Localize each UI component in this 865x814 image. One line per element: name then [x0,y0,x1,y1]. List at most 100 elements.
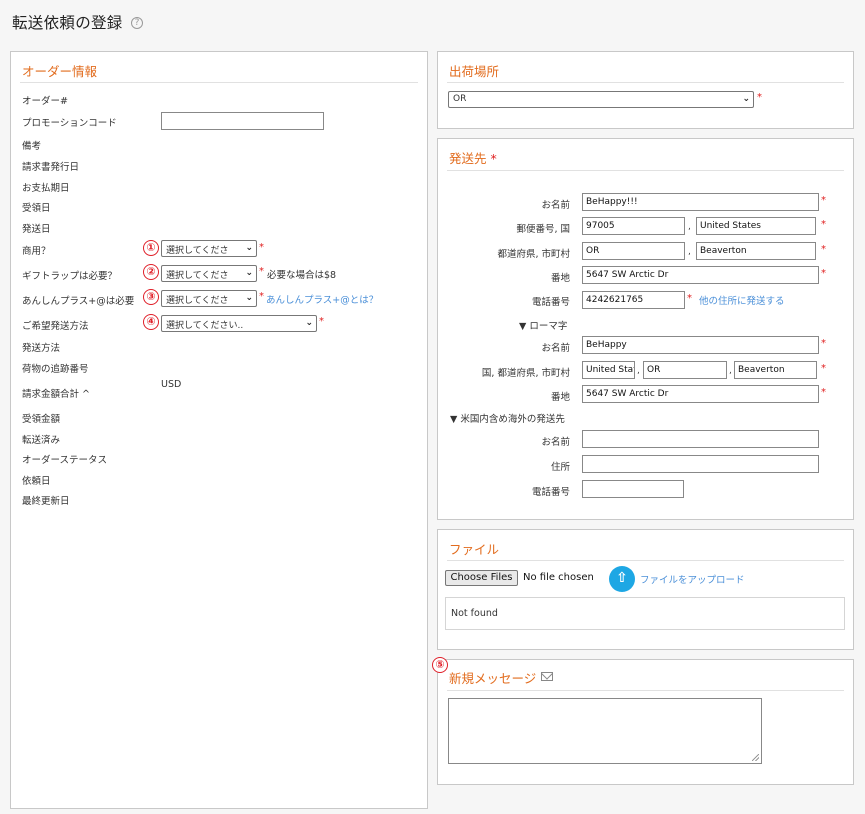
anshin-plus-label: あんしんプラス+@は必要 [22,296,135,307]
required-mark: * [821,244,826,255]
required-mark: * [259,242,264,253]
required-mark: * [757,92,762,103]
ship-from-panel [437,51,854,129]
required-mark: * [821,338,826,349]
phone-input[interactable]: 4242621765 [582,291,685,309]
order-status-label: オーダーステータス [22,455,108,466]
tracking-number-label: 荷物の追跡番号 [22,364,89,375]
commercial-select[interactable]: 選択してくださ ⌄ [161,240,257,257]
overseas-address-input[interactable] [582,455,819,473]
marker-5: ⑤ [432,657,448,673]
currency-label: USD [161,379,182,390]
files-divider [447,560,844,561]
promo-code-input[interactable] [161,112,324,130]
anshin-plus-select[interactable]: 選択してくださ ⌄ [161,290,257,307]
city-input[interactable]: Beaverton [696,242,816,260]
required-mark: * [821,195,826,206]
preferred-method-select[interactable]: 選択してください.. ⌄ [161,315,317,332]
marker-4: ④ [143,314,159,330]
marker-1: ① [143,240,159,256]
state-input[interactable]: OR [582,242,685,260]
chevron-down-icon: ⌄ [305,318,313,328]
address-input[interactable]: 5647 SW Arctic Dr [582,266,819,284]
promo-code-label: プロモーションコード [22,118,117,129]
romaji-toggle[interactable]: ▼ ローマ字 [519,318,567,332]
required-mark: * [821,268,826,279]
gift-wrap-note: 必要な場合は$8 [267,270,337,281]
commercial-select-value: 選択してくださ [166,246,229,256]
chevron-down-icon: ⌄ [742,94,750,104]
payment-date-label: お支払期日 [22,183,70,194]
zip-input[interactable]: 97005 [582,217,685,235]
upload-icon[interactable]: ⇧ [609,566,635,592]
overseas-toggle[interactable]: ▼ 米国内含め海外の発送先 [450,411,565,425]
ship-to-divider [447,170,844,171]
marker-3: ③ [143,289,159,305]
romaji-state-input[interactable]: OR [643,361,727,379]
gift-wrap-select[interactable]: 選択してくださ ⌄ [161,265,257,282]
help-icon[interactable]: ? [131,17,143,29]
remarks-label: 備考 [22,141,42,152]
comma-separator: , [688,247,691,257]
chevron-down-icon: ⌄ [245,293,253,303]
overseas-name-input[interactable] [582,430,819,448]
overseas-phone-input[interactable] [582,480,684,498]
preferred-method-label: ご希望発送方法 [22,321,89,332]
ship-to-title: 発送先 * [449,148,497,167]
romaji-country-state-city-label: 国, 都道府県, 市町村 [481,368,570,379]
overseas-phone-label: 電話番号 [531,487,570,498]
required-mark: * [259,291,264,302]
comma-separator: , [688,222,691,232]
romaji-city-input[interactable]: Beaverton [734,361,817,379]
name-input[interactable]: BeHappy!!! [582,193,819,211]
message-textarea[interactable] [448,698,762,764]
zip-country-label: 郵便番号, 国 [516,224,570,235]
romaji-name-label: お名前 [541,343,570,354]
comma-separator: , [729,366,732,376]
anshin-plus-info-link[interactable]: あんしんプラス+@とは？ [266,292,378,306]
required-mark: * [319,316,324,327]
invoice-date-label: 請求書発行日 [22,162,80,173]
choose-files-button[interactable]: Choose Files [445,570,518,586]
files-list: Not found [445,597,845,630]
no-file-chosen-text: No file chosen [523,572,594,583]
ship-from-select[interactable]: OR ⌄ [448,91,754,108]
ship-method-label: 発送方法 [22,343,61,354]
country-input[interactable]: United States [696,217,816,235]
name-label: お名前 [541,200,570,211]
ship-from-title: 出荷場所 [449,64,500,79]
ship-date-label: 発送日 [22,224,51,235]
last-updated-label: 最終更新日 [22,496,70,507]
chevron-down-icon: ⌄ [245,268,253,278]
order-info-title: オーダー情報 [22,64,98,79]
forwarded-label: 転送済み [22,435,61,446]
anshin-plus-select-value: 選択してくださ [166,296,229,306]
overseas-name-label: お名前 [541,437,570,448]
preferred-method-select-value: 選択してください.. [166,321,244,331]
romaji-address-input[interactable]: 5647 SW Arctic Dr [582,385,819,403]
required-mark: * [821,363,826,374]
resize-grip-icon[interactable] [752,754,759,761]
phone-label: 電話番号 [531,297,570,308]
request-date-label: 依頼日 [22,476,51,487]
ship-from-divider [447,82,844,83]
chevron-down-icon: ⌄ [245,243,253,253]
order-number-label: オーダー# [22,96,68,107]
other-address-link[interactable]: 他の住所に発送する [699,293,785,307]
received-amount-label: 受領金額 [22,414,61,425]
ship-from-select-value: OR [453,94,467,104]
mail-icon[interactable] [541,672,553,681]
address-label: 番地 [550,273,570,284]
order-info-divider [20,82,418,83]
romaji-address-label: 番地 [550,392,570,403]
overseas-address-label: 住所 [550,462,570,473]
required-mark: * [259,266,264,277]
state-city-label: 都道府県, 市町村 [497,249,570,260]
romaji-country-input[interactable]: United Stat [582,361,635,379]
romaji-name-input[interactable]: BeHappy [582,336,819,354]
ship-to-title-text: 発送先 [449,151,487,166]
marker-2: ② [143,264,159,280]
invoice-total-label[interactable]: 請求金額合計 ^ [22,386,90,400]
new-message-title: 新規メッセージ [449,671,537,686]
upload-file-link[interactable]: ファイルをアップロード [640,572,745,586]
